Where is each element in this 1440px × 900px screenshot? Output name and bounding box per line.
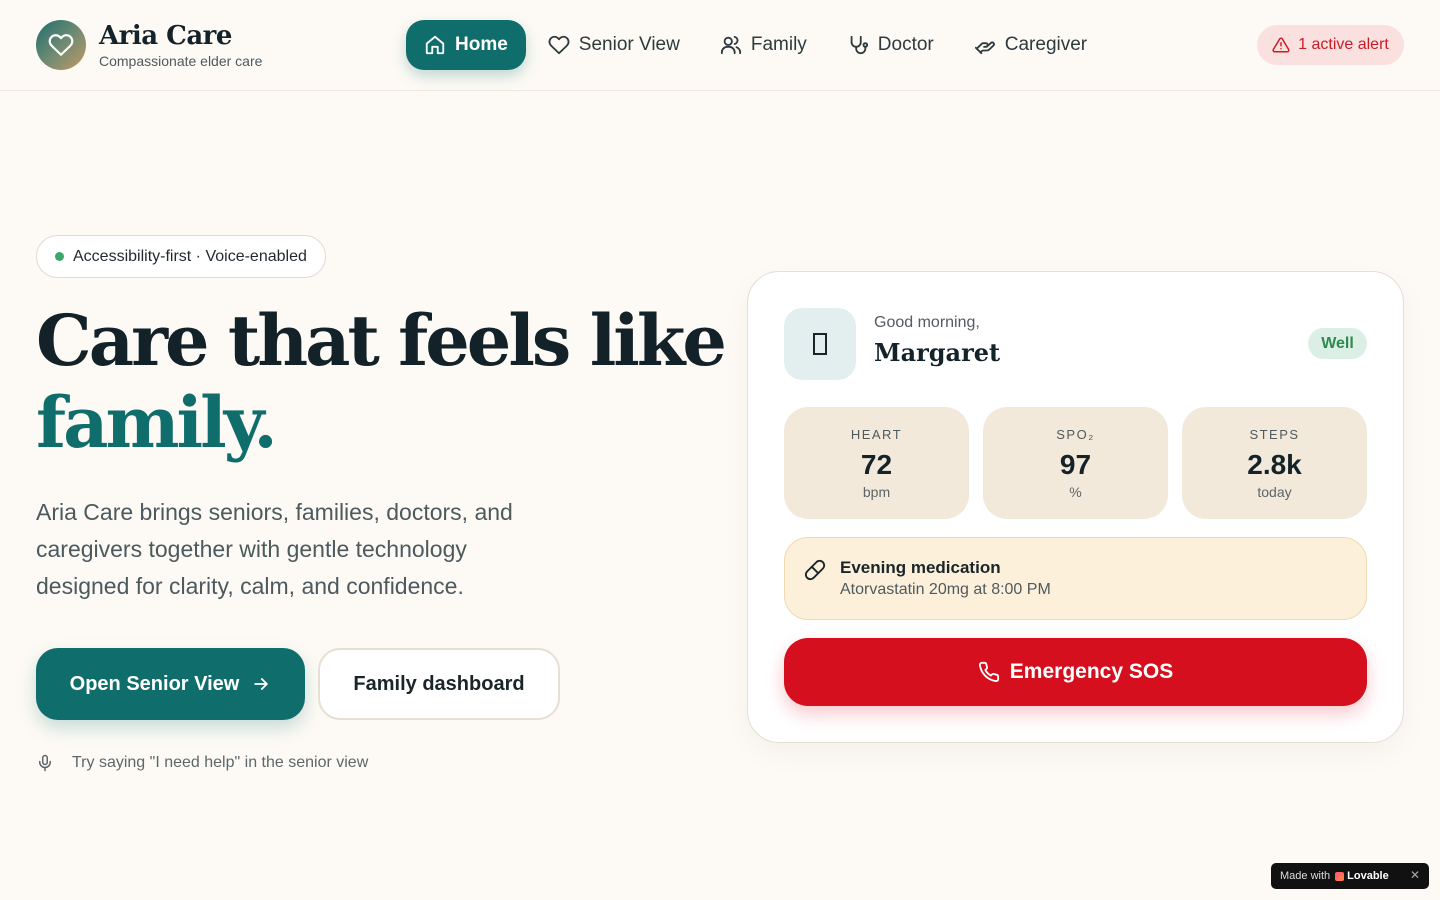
nav-item-caregiver[interactable]: Caregiver bbox=[956, 20, 1105, 70]
arrow-right-icon bbox=[254, 678, 269, 690]
medication-detail: Atorvastatin 20mg at 8:00 PM bbox=[840, 581, 1051, 598]
badge-label: Accessibility-first · Voice-enabled bbox=[73, 247, 307, 265]
vital-value: 97 bbox=[1059, 449, 1092, 480]
hero-title: Care that feels like family. bbox=[36, 300, 736, 464]
phone-icon bbox=[978, 661, 999, 682]
hero-title-line1: Care that feels like bbox=[36, 299, 727, 382]
hero-subtitle: Aria Care brings seniors, families, doct… bbox=[36, 499, 513, 599]
pill-icon bbox=[804, 559, 826, 581]
nav-label: Family bbox=[750, 34, 807, 55]
nav-label: Home bbox=[455, 34, 508, 55]
medication-title: Evening medication bbox=[840, 558, 1001, 577]
nav-item-family[interactable]: Family bbox=[702, 20, 825, 70]
users-icon bbox=[720, 35, 741, 55]
brand-name: Aria Care bbox=[99, 21, 232, 51]
button-label: Open Senior View bbox=[69, 672, 240, 695]
vital-unit: today bbox=[1257, 484, 1292, 500]
nav-item-home[interactable]: Home bbox=[406, 20, 526, 70]
hand-heart-icon bbox=[974, 41, 995, 55]
made-with-badge[interactable]: Made with Lovable ✕ bbox=[1271, 863, 1429, 889]
vital-value: 2.8k bbox=[1247, 449, 1302, 480]
home-icon bbox=[425, 35, 445, 55]
vital-unit: bpm bbox=[862, 484, 891, 500]
senior-name: Margaret bbox=[874, 338, 1001, 367]
heart-icon bbox=[48, 34, 74, 56]
placeholder-glyph-icon bbox=[813, 333, 827, 355]
microphone-icon bbox=[39, 754, 51, 772]
brand[interactable]: Aria Care Compassionate elder care bbox=[36, 20, 262, 70]
brand-logo bbox=[36, 20, 86, 70]
lovable-label: Lovable bbox=[1347, 870, 1389, 882]
nav-label: Doctor bbox=[877, 34, 934, 55]
warning-icon bbox=[1272, 37, 1290, 53]
made-with-prefix: Made with bbox=[1280, 870, 1331, 882]
senior-preview-card: Good morning, Margaret Well HEART 72 bpm… bbox=[747, 271, 1404, 743]
sos-label: Emergency SOS bbox=[1009, 660, 1174, 683]
medication-reminder[interactable]: Evening medication Atorvastatin 20mg at … bbox=[784, 537, 1367, 620]
brand-tagline: Compassionate elder care bbox=[99, 53, 263, 69]
voice-hint: Try saying "I need help" in the senior v… bbox=[36, 754, 368, 772]
nav-label: Caregiver bbox=[1004, 34, 1088, 55]
greeting: Good morning, bbox=[874, 314, 980, 331]
vital-value: 72 bbox=[860, 449, 893, 480]
avatar bbox=[784, 308, 856, 380]
vital-card-steps[interactable]: STEPS 2.8k today bbox=[1182, 407, 1367, 519]
vital-card-spo2[interactable]: SPO₂ 97 % bbox=[983, 407, 1168, 519]
vitals-row: HEART 72 bpm SPO₂ 97 % STEPS 2.8k today bbox=[784, 407, 1367, 519]
button-label: Family dashboard bbox=[353, 672, 525, 695]
vital-unit: % bbox=[1069, 484, 1082, 500]
nav-label: Senior View bbox=[578, 34, 680, 55]
status-badge: Well bbox=[1308, 328, 1367, 359]
lovable-heart-icon bbox=[1335, 871, 1345, 881]
nav-item-senior-view[interactable]: Senior View bbox=[530, 20, 698, 70]
top-header: Aria Care Compassionate elder care Home … bbox=[0, 0, 1440, 91]
nav-item-doctor[interactable]: Doctor bbox=[829, 20, 952, 70]
main-nav: Home Senior View Family Doctor Caregiver bbox=[406, 20, 1109, 70]
voice-hint-text: Try saying "I need help" in the senior v… bbox=[72, 754, 369, 771]
heart-icon bbox=[548, 35, 570, 55]
vital-label: STEPS bbox=[1249, 427, 1300, 442]
lovable-logo: Lovable bbox=[1335, 870, 1389, 882]
vital-card-heart[interactable]: HEART 72 bpm bbox=[784, 407, 969, 519]
vital-label: HEART bbox=[850, 427, 903, 442]
emergency-sos-button[interactable]: Emergency SOS bbox=[784, 638, 1367, 706]
close-icon[interactable]: ✕ bbox=[1410, 868, 1420, 882]
family-dashboard-button[interactable]: Family dashboard bbox=[318, 648, 560, 720]
vital-label: SPO₂ bbox=[1056, 427, 1095, 442]
hero-title-accent: family. bbox=[36, 381, 278, 464]
active-alert-button[interactable]: 1 active alert bbox=[1257, 25, 1404, 65]
stethoscope-icon bbox=[850, 35, 868, 55]
status-dot bbox=[55, 252, 64, 261]
alert-label: 1 active alert bbox=[1298, 36, 1389, 53]
feature-badge: Accessibility-first · Voice-enabled bbox=[36, 235, 326, 278]
open-senior-view-button[interactable]: Open Senior View bbox=[36, 648, 305, 720]
